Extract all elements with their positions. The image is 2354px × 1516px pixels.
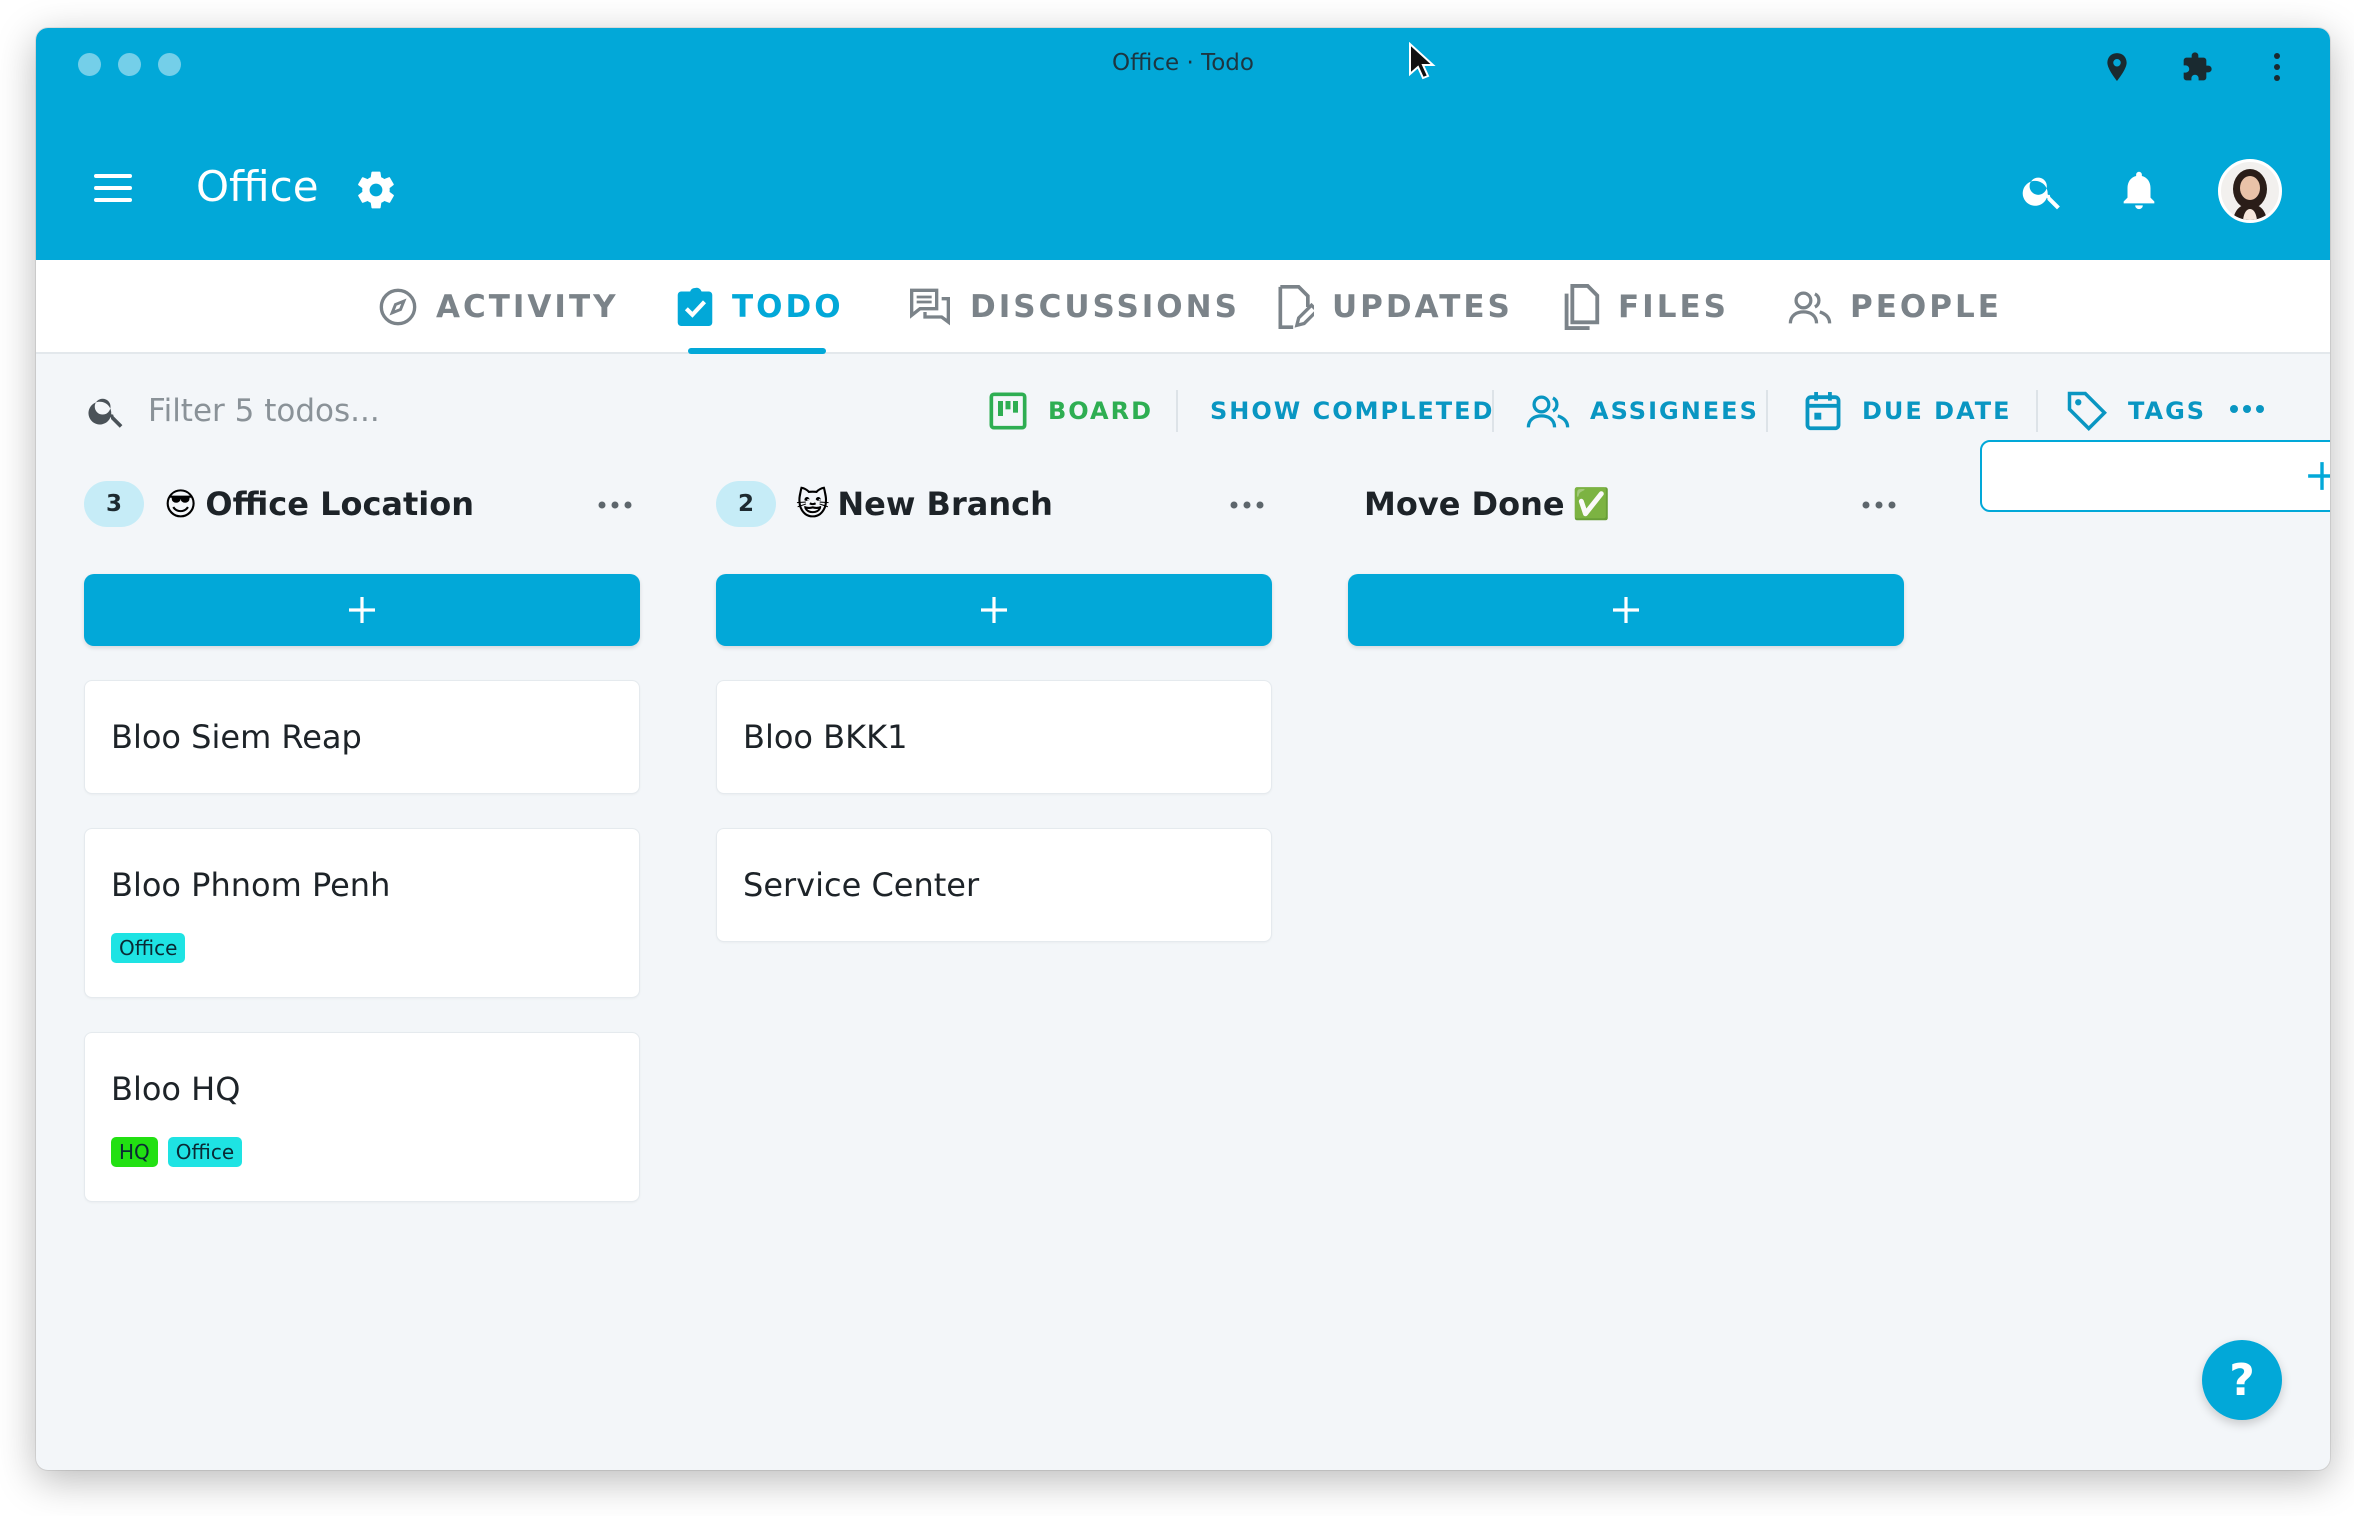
menu-icon[interactable] bbox=[94, 174, 132, 204]
tab-people[interactable]: PEOPLE bbox=[1788, 260, 2002, 354]
title-bar: Office · Todo bbox=[36, 28, 2330, 126]
more-horizontal-icon[interactable] bbox=[2222, 384, 2272, 434]
card-title: Bloo HQ bbox=[111, 1070, 241, 1108]
board-column: 2 😺 New Branch Bloo BKK1 Service Center bbox=[716, 464, 1272, 942]
bell-icon[interactable] bbox=[2116, 166, 2162, 214]
plus-icon bbox=[981, 597, 1007, 623]
add-todo-button[interactable] bbox=[716, 574, 1272, 646]
calendar-icon bbox=[1805, 392, 1841, 431]
people-icon bbox=[1526, 395, 1570, 428]
puzzle-extension-icon[interactable] bbox=[2180, 50, 2214, 84]
more-horizontal-icon[interactable] bbox=[1222, 480, 1272, 530]
tag-icon bbox=[2067, 391, 2107, 431]
todo-card[interactable]: Bloo BKK1 bbox=[716, 680, 1272, 794]
mouse-cursor-icon bbox=[1409, 42, 1436, 80]
tag-badge: HQ bbox=[111, 1137, 158, 1167]
card-title: Bloo Phnom Penh bbox=[111, 866, 391, 904]
card-tags: Office bbox=[111, 933, 613, 963]
section-tabs: ACTIVITY TODO DISCUSSIONS UPDATES FILES … bbox=[36, 260, 2330, 354]
help-button[interactable]: ? bbox=[2202, 1340, 2282, 1420]
titlebar-icons bbox=[2100, 50, 2294, 84]
tags-button[interactable]: TAGS bbox=[2066, 382, 2206, 440]
divider bbox=[1492, 390, 1494, 432]
assignees-button[interactable]: ASSIGNEES bbox=[1526, 382, 1759, 440]
column-count-badge: 2 bbox=[716, 481, 776, 527]
todo-card[interactable]: Bloo Siem Reap bbox=[84, 680, 640, 794]
board-column: Move Done ✅ bbox=[1348, 464, 1904, 646]
add-todo-button[interactable] bbox=[84, 574, 640, 646]
app-window: Office · Todo Office ACTIVITY TODO DISCU… bbox=[36, 28, 2330, 1470]
add-todo-button[interactable] bbox=[1348, 574, 1904, 646]
checklist-icon bbox=[677, 287, 713, 326]
search-icon bbox=[86, 390, 130, 434]
column-emoji: 😎 bbox=[164, 485, 198, 523]
column-header: 2 😺 New Branch bbox=[716, 464, 1272, 544]
column-header: 3 😎 Office Location bbox=[84, 464, 640, 544]
column-title[interactable]: Office Location bbox=[205, 485, 474, 523]
page-title: Office bbox=[196, 162, 319, 211]
search-icon[interactable] bbox=[2020, 168, 2066, 214]
files-icon bbox=[1564, 284, 1600, 330]
tag-badge: Office bbox=[167, 1137, 243, 1167]
divider bbox=[2036, 390, 2038, 432]
compass-icon bbox=[379, 288, 417, 326]
card-tags: HQ Office bbox=[111, 1137, 613, 1167]
tag-badge: Office bbox=[111, 933, 186, 963]
board-button[interactable]: BOARD bbox=[988, 382, 1153, 440]
add-list-button[interactable] bbox=[1980, 440, 2330, 512]
people-icon bbox=[1788, 291, 1832, 324]
column-emoji: 😺 bbox=[796, 485, 830, 523]
plus-icon bbox=[1613, 597, 1639, 623]
more-vertical-icon[interactable] bbox=[2260, 50, 2294, 84]
tab-updates[interactable]: UPDATES bbox=[1276, 260, 1513, 354]
column-emoji: ✅ bbox=[1572, 486, 1610, 522]
filter-input[interactable] bbox=[148, 386, 668, 436]
tab-files[interactable]: FILES bbox=[1560, 260, 1729, 354]
todo-card[interactable]: Bloo HQ HQ Office bbox=[84, 1032, 640, 1202]
plus-icon bbox=[349, 597, 375, 623]
window-title: Office · Todo bbox=[1112, 50, 1254, 76]
chat-icon bbox=[910, 288, 950, 326]
show-completed-button[interactable]: SHOW COMPLETED bbox=[1210, 382, 1494, 440]
board-icon bbox=[989, 392, 1027, 430]
app-bar: Office bbox=[36, 126, 2330, 260]
card-title: Bloo BKK1 bbox=[743, 718, 908, 756]
divider bbox=[1176, 390, 1178, 432]
card-title: Bloo Siem Reap bbox=[111, 718, 362, 756]
more-horizontal-icon[interactable] bbox=[590, 480, 640, 530]
board-column: 3 😎 Office Location Bloo Siem Reap Bloo … bbox=[84, 464, 640, 1202]
tab-todo[interactable]: TODO bbox=[676, 260, 844, 354]
column-title[interactable]: New Branch bbox=[837, 485, 1052, 523]
todo-card[interactable]: Bloo Phnom Penh Office bbox=[84, 828, 640, 998]
more-horizontal-icon[interactable] bbox=[1854, 480, 1904, 530]
avatar[interactable] bbox=[2218, 159, 2282, 223]
location-pin-icon[interactable] bbox=[2100, 50, 2134, 84]
divider bbox=[1766, 390, 1768, 432]
column-count-badge: 3 bbox=[84, 481, 144, 527]
tab-discussions[interactable]: DISCUSSIONS bbox=[908, 260, 1240, 354]
tab-activity[interactable]: ACTIVITY bbox=[378, 260, 619, 354]
document-edit-icon bbox=[1278, 285, 1314, 329]
column-header: Move Done ✅ bbox=[1348, 464, 1904, 544]
due-date-button[interactable]: DUE DATE bbox=[1804, 382, 2012, 440]
column-title[interactable]: Move Done bbox=[1364, 485, 1565, 523]
gear-icon[interactable] bbox=[354, 168, 398, 212]
card-title: Service Center bbox=[743, 866, 980, 904]
todo-card[interactable]: Service Center bbox=[716, 828, 1272, 942]
plus-icon bbox=[2308, 462, 2330, 490]
